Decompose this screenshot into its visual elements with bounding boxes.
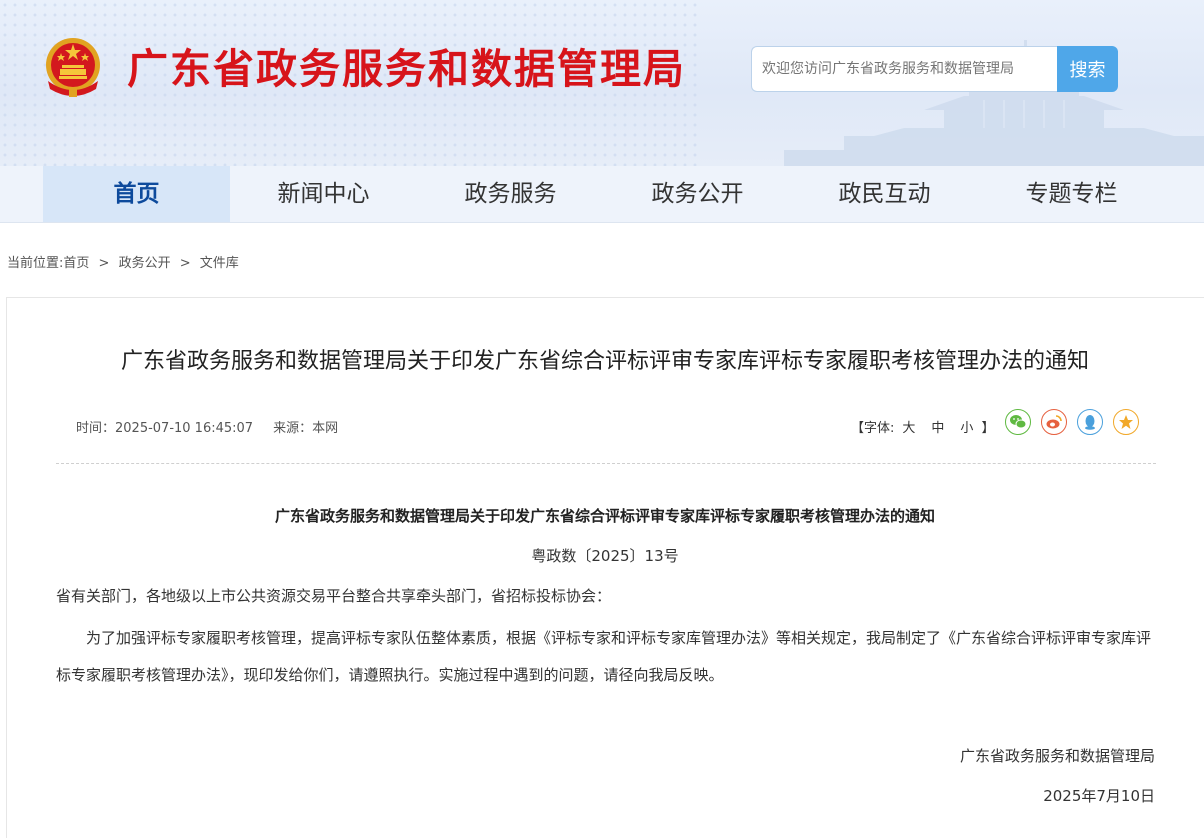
nav-item-home[interactable]: 首页 [43, 166, 230, 222]
search-button[interactable]: 搜索 [1057, 46, 1118, 92]
breadcrumb-item-document-library[interactable]: 文件库 [200, 256, 239, 271]
main-nav: 首页 新闻中心 政务服务 政务公开 政民互动 专题专栏 [0, 166, 1204, 223]
site-title[interactable]: 广东省政务服务和数据管理局 [127, 41, 686, 97]
article-divider [56, 463, 1156, 464]
font-size-small[interactable]: 小 [960, 421, 973, 436]
document-date: 2025年7月10日 [1043, 787, 1155, 805]
font-size-medium[interactable]: 中 [931, 421, 944, 436]
document-title: 广东省政务服务和数据管理局关于印发广东省综合评标评审专家库评标专家履职考核管理办… [274, 507, 935, 525]
breadcrumb-item-government-affairs[interactable]: 政务公开 [119, 256, 171, 271]
font-size-open: 【字体: [851, 421, 895, 436]
search-input[interactable] [751, 46, 1067, 92]
weibo-icon[interactable] [1041, 409, 1067, 435]
qq-icon[interactable] [1077, 409, 1103, 435]
article-title: 广东省政务服务和数据管理局关于印发广东省综合评标评审专家库评标专家履职考核管理办… [120, 349, 1089, 374]
search-box: 搜索 [751, 46, 1118, 92]
nav-item-news-center[interactable]: 新闻中心 [230, 166, 417, 222]
font-size-switcher: 【字体: 大 中 小】 [851, 417, 994, 436]
font-size-large[interactable]: 大 [902, 421, 915, 436]
font-size-close: 】 [981, 421, 995, 436]
breadcrumb-separator: > [179, 256, 191, 271]
document-signature: 广东省政务服务和数据管理局 [959, 747, 1155, 765]
document-paragraph: 为了加强评标专家履职考核管理，提高评标专家队伍整体素质，根据《评标专家和评标专家… [56, 629, 1152, 684]
breadcrumb: 当前位置:首页 > 政务公开 > 文件库 [7, 252, 244, 271]
national-emblem-icon [46, 38, 100, 97]
site-header: 广东省政务服务和数据管理局 搜索 [0, 0, 1204, 166]
nav-item-public-interaction[interactable]: 政民互动 [791, 166, 978, 222]
nav-item-special-topics[interactable]: 专题专栏 [978, 166, 1165, 222]
breadcrumb-prefix: 当前位置: [7, 256, 64, 271]
favorite-icon[interactable] [1113, 409, 1139, 435]
nav-item-government-services[interactable]: 政务服务 [417, 166, 604, 222]
breadcrumb-item-home[interactable]: 首页 [63, 256, 89, 271]
document-number: 粤政数〔2025〕13号 [531, 547, 679, 565]
breadcrumb-separator: > [98, 256, 110, 271]
nav-item-government-affairs[interactable]: 政务公开 [604, 166, 791, 222]
wechat-icon[interactable] [1005, 409, 1031, 435]
document-salutation: 省有关部门，各地级以上市公共资源交易平台整合共享牵头部门，省招标投标协会： [56, 587, 612, 605]
article-time: 时间：2025-07-10 16:45:07 [76, 421, 254, 436]
article-source: 来源：本网 [273, 421, 339, 436]
article-meta: 时间：2025-07-10 16:45:07 来源：本网 [76, 417, 338, 436]
